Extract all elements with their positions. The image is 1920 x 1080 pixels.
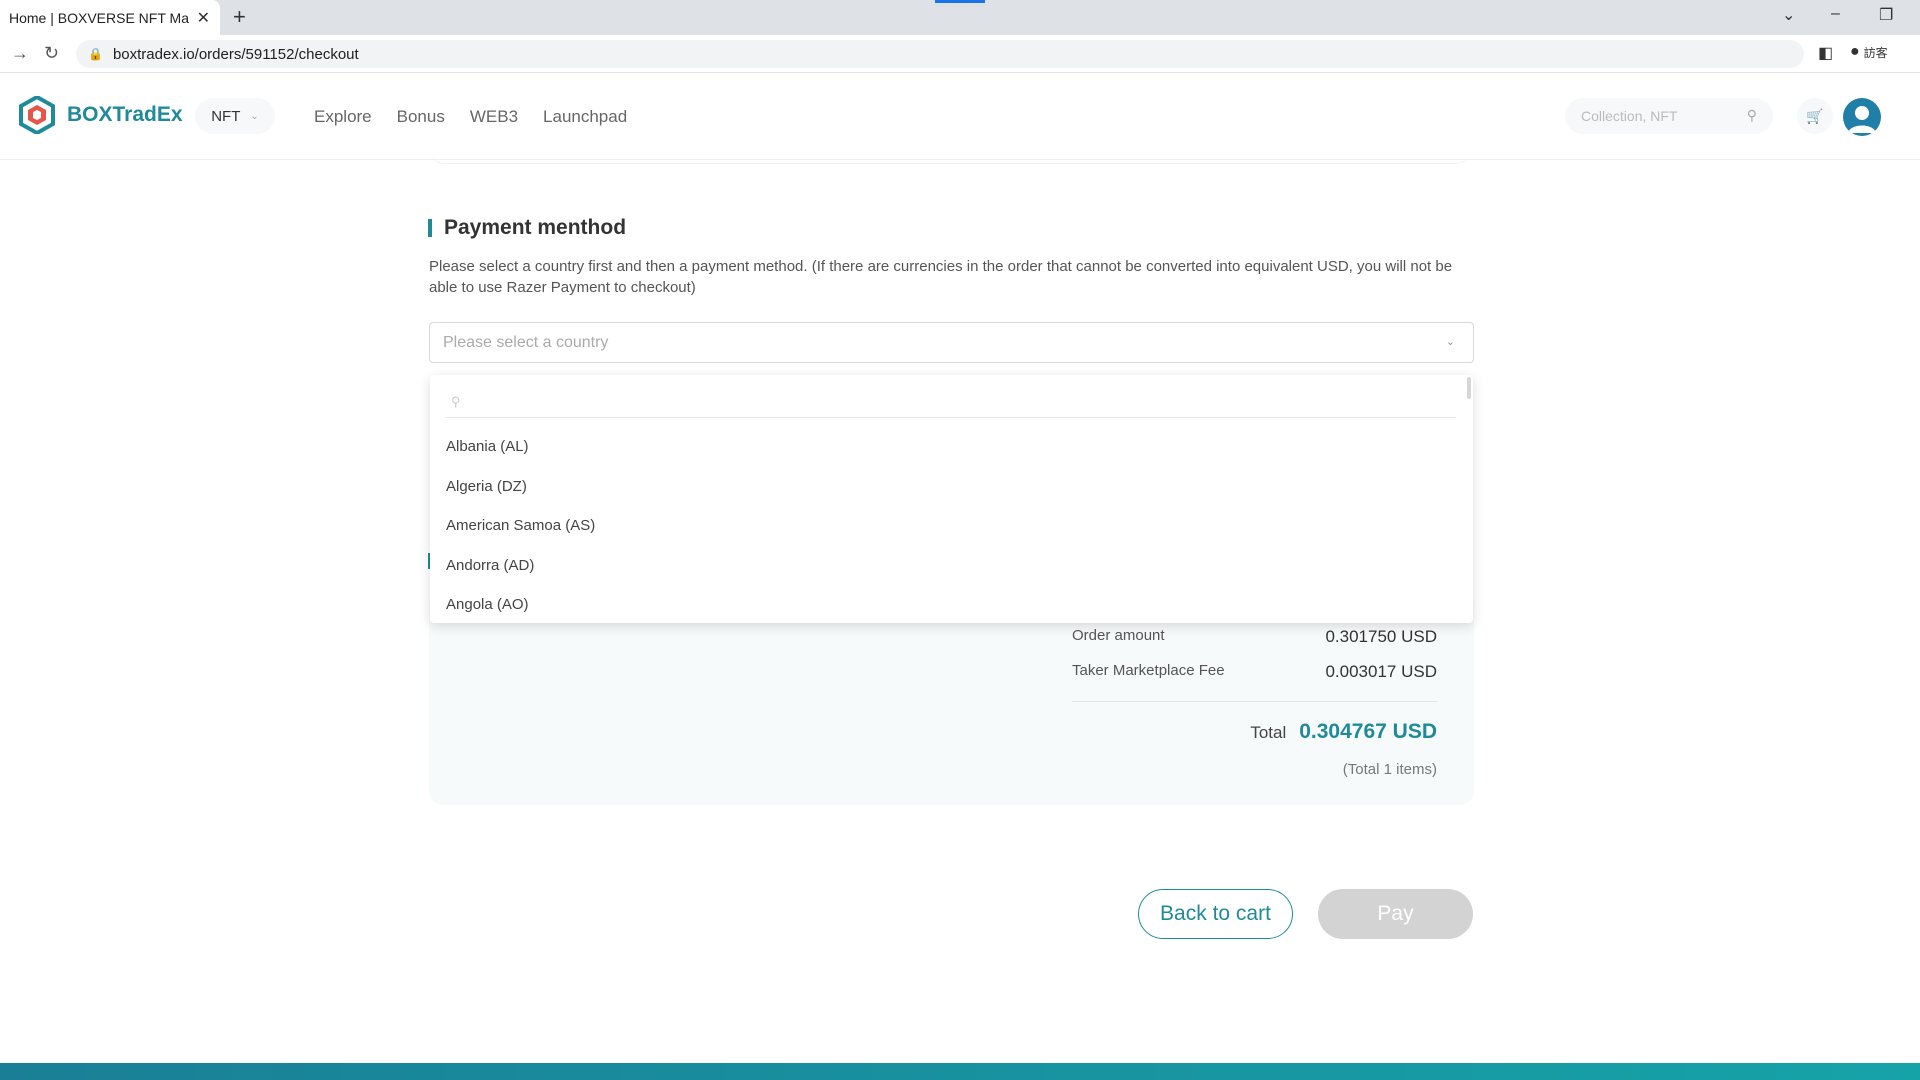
dropdown-scrollbar[interactable] — [1467, 377, 1471, 399]
side-panel-icon[interactable]: ◧ — [1818, 43, 1833, 63]
country-option[interactable]: Angola (AO) — [430, 585, 1473, 625]
nav-bonus[interactable]: Bonus — [397, 107, 445, 127]
restore-icon[interactable]: ❐ — [1879, 5, 1893, 25]
browser-tabstrip: Home | BOXVERSE NFT Marketplace ✕ + ⌄ – … — [0, 0, 1920, 35]
order-amount-label: Order amount — [1072, 627, 1165, 644]
total-value: 0.304767 USD — [1299, 720, 1437, 743]
cart-button[interactable]: 🛒 — [1797, 98, 1833, 134]
browser-toolbar: → ↻ 🔒 boxtradex.io/orders/591152/checkou… — [0, 35, 1920, 73]
fee-label: Taker Marketplace Fee — [1072, 662, 1225, 679]
site-header: BOXTradEx NFT ⌄ Explore Bonus WEB3 Launc… — [0, 74, 1920, 160]
fee-row: Taker Marketplace Fee 0.003017 USD — [1072, 662, 1437, 682]
site-search-input[interactable]: Collection, NFT ⚲ — [1565, 98, 1773, 134]
country-option-list: Albania (AL) Algeria (DZ) American Samoa… — [430, 427, 1473, 625]
profile-icon: ● — [1850, 43, 1860, 60]
nft-select-value: NFT — [211, 107, 241, 125]
summary-divider — [1072, 701, 1437, 702]
country-option[interactable]: Algeria (DZ) — [430, 467, 1473, 507]
tab-search-icon[interactable]: ⌄ — [1782, 5, 1795, 25]
lock-icon: 🔒 — [88, 47, 103, 61]
user-avatar[interactable] — [1843, 98, 1881, 136]
tab-title: Home | BOXVERSE NFT Marketplace — [9, 9, 189, 26]
dropdown-search-input[interactable]: ⚲ — [446, 387, 1456, 418]
cart-icon: 🛒 — [1806, 107, 1824, 124]
country-select[interactable]: Please select a country ⌄ — [429, 322, 1474, 363]
site-logo[interactable]: BOXTradEx — [19, 96, 183, 134]
heading-accent-bar — [428, 219, 432, 237]
tab-close-icon[interactable]: ✕ — [197, 8, 210, 28]
search-placeholder: Collection, NFT — [1581, 108, 1678, 124]
profile-button[interactable]: ● 訪客 — [1850, 43, 1888, 61]
order-amount-value: 0.301750 USD — [1325, 627, 1437, 646]
previous-card-edge — [430, 150, 1470, 164]
brand-name: BOXTradEx — [67, 103, 183, 126]
footer-strip — [0, 1063, 1920, 1080]
search-icon[interactable]: ⚲ — [1747, 107, 1757, 124]
fee-value: 0.003017 USD — [1325, 662, 1437, 681]
url-text: boxtradex.io/orders/591152/checkout — [112, 45, 359, 63]
nav-explore[interactable]: Explore — [314, 107, 372, 127]
total-label: Total — [1250, 723, 1287, 742]
nft-type-select[interactable]: NFT ⌄ — [195, 98, 275, 134]
total-row: Total 0.304767 USD — [1072, 720, 1437, 744]
boxtradex-logo-icon — [19, 96, 55, 134]
reload-icon[interactable]: ↻ — [44, 43, 59, 64]
order-amount-row: Order amount 0.301750 USD — [1072, 627, 1437, 647]
country-option[interactable]: American Samoa (AS) — [430, 506, 1473, 546]
nav-launchpad[interactable]: Launchpad — [543, 107, 627, 127]
new-tab-button[interactable]: + — [233, 4, 246, 30]
address-bar[interactable]: 🔒 boxtradex.io/orders/591152/checkout — [76, 40, 1804, 68]
country-dropdown: ⚲ Albania (AL) Algeria (DZ) American Sam… — [430, 375, 1473, 623]
user-icon — [1848, 106, 1876, 133]
country-select-placeholder: Please select a country — [443, 333, 609, 351]
country-option[interactable]: Albania (AL) — [430, 427, 1473, 467]
main-nav: Explore Bonus WEB3 Launchpad — [314, 107, 627, 127]
chevron-down-icon: ⌄ — [1445, 336, 1455, 348]
nav-web3[interactable]: WEB3 — [470, 107, 518, 127]
payment-description: Please select a country first and then a… — [429, 258, 1453, 296]
items-count-note: (Total 1 items) — [1342, 761, 1437, 778]
chevron-down-icon: ⌄ — [250, 110, 259, 122]
back-to-cart-button[interactable]: Back to cart — [1138, 889, 1293, 939]
country-option[interactable]: Andorra (AD) — [430, 546, 1473, 586]
profile-label: 訪客 — [1863, 45, 1888, 60]
forward-icon[interactable]: → — [11, 43, 29, 64]
pay-button[interactable]: Pay — [1318, 889, 1473, 939]
search-icon: ⚲ — [451, 394, 461, 409]
payment-method-heading: Payment menthod — [428, 216, 626, 240]
tab-loading-indicator — [935, 0, 985, 3]
minimize-icon[interactable]: – — [1831, 5, 1840, 23]
browser-tab[interactable]: Home | BOXVERSE NFT Marketplace ✕ — [0, 0, 220, 35]
payment-method-title: Payment menthod — [444, 216, 627, 239]
